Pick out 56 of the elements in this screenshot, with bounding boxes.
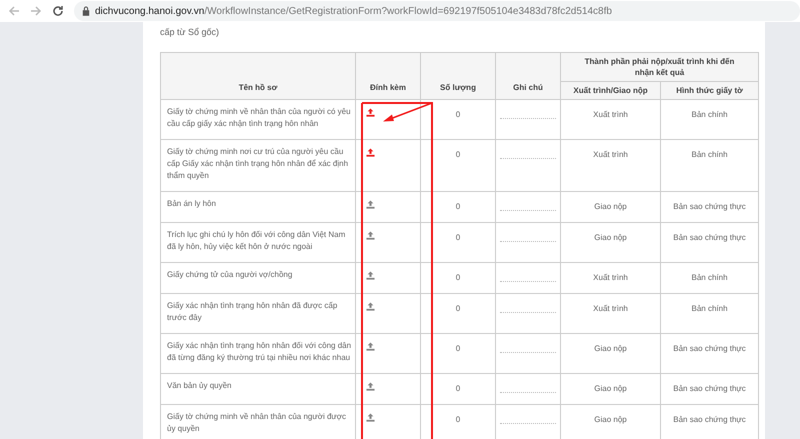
lock-icon	[82, 6, 90, 16]
document-form-cell: Bản sao chứng thực	[660, 192, 758, 222]
upload-icon[interactable]	[366, 148, 375, 157]
document-form-cell: Bản sao chứng thực	[660, 334, 758, 374]
upload-icon[interactable]	[366, 200, 375, 209]
reload-icon[interactable]	[52, 5, 64, 17]
submit-type-cell: Xuất trình	[560, 294, 660, 334]
upload-icon[interactable]	[366, 271, 375, 280]
column-header: Số lượng	[420, 52, 496, 100]
quantity-cell: 0	[420, 140, 496, 192]
url-field[interactable]: dichvucong.hanoi.gov.vn/WorkflowInstance/GetRegistrationForm?workFlowId=692197f505104e3483d78fc2d514c8fb	[74, 1, 800, 21]
upload-icon[interactable]	[366, 231, 375, 240]
upload-icon[interactable]	[366, 382, 375, 391]
quantity-cell: 0	[420, 192, 496, 222]
quantity-cell: 0	[420, 222, 496, 262]
column-header: Đính kèm	[356, 52, 420, 100]
document-name: Giấy tờ chứng minh về nhân thân của người có yêu cầu cấp giấy xác nhận tình trạng hôn nhân	[160, 100, 356, 140]
document-form-cell: Bản chính	[660, 294, 758, 334]
document-name: Giấy tờ chứng minh về nhân thân của người được ủy quyền	[160, 404, 356, 439]
document-name: Bản án ly hôn	[160, 192, 356, 222]
submit-type-cell: Giao nộp	[560, 334, 660, 374]
column-group-header: Thành phần phải nộp/xuất trình khi đến nhận kết quả	[560, 52, 758, 82]
submit-type-cell: Giao nộp	[560, 374, 660, 404]
document-form-cell: Bản chính	[660, 262, 758, 294]
submit-type-cell: Xuất trình	[560, 100, 660, 140]
column-header: Ghi chú	[496, 52, 560, 100]
document-form-cell: Bản chính	[660, 140, 758, 192]
document-name: Văn bản ủy quyền	[160, 374, 356, 404]
submit-type-cell: Xuất trình	[560, 262, 660, 294]
submit-type-cell: Giao nộp	[560, 192, 660, 222]
submit-type-cell: Xuất trình	[560, 140, 660, 192]
column-header: Tên hồ sơ	[160, 52, 356, 100]
back-icon[interactable]	[8, 5, 20, 17]
document-name: Giấy tờ chứng minh nơi cư trú của người yêu cầu cấp Giấy xác nhận tình trạng hôn nhân để xác định thẩm quyền	[160, 140, 356, 192]
quantity-cell: 0	[420, 334, 496, 374]
document-name: Giấy xác nhận tình trạng hôn nhân đối với công dân đã từng đăng ký thường trú tại nhiều nơi khác nhau	[160, 334, 356, 374]
submit-type-cell: Giao nộp	[560, 222, 660, 262]
document-form-cell: Bản sao chứng thực	[660, 222, 758, 262]
quantity-cell: 0	[420, 100, 496, 140]
document-name: Trích lục ghi chú ly hôn đối với công dân Việt Nam đã ly hôn, hủy việc kết hôn ở nước ngoài	[160, 222, 356, 262]
document-form-cell: Bản chính	[660, 100, 758, 140]
upload-icon[interactable]	[366, 413, 375, 422]
intro-text: cấp từ Sổ gốc)	[160, 26, 220, 38]
forward-icon[interactable]	[30, 5, 42, 17]
quantity-cell: 0	[420, 294, 496, 334]
upload-icon[interactable]	[366, 342, 375, 351]
column-header: Xuất trình/Giao nộp	[560, 82, 660, 100]
upload-icon[interactable]	[366, 108, 375, 117]
quantity-cell: 0	[420, 262, 496, 294]
document-form-cell: Bản sao chứng thực	[660, 374, 758, 404]
annotation-arrow	[383, 102, 432, 122]
column-header: Hình thức giấy tờ	[660, 82, 758, 100]
document-name: Giấy chứng tử của người vợ/chồng	[160, 262, 356, 294]
quantity-cell: 0	[420, 374, 496, 404]
document-name: Giấy xác nhận tình trạng hôn nhân đã được cấp trước đây	[160, 294, 356, 334]
upload-icon[interactable]	[366, 302, 375, 311]
